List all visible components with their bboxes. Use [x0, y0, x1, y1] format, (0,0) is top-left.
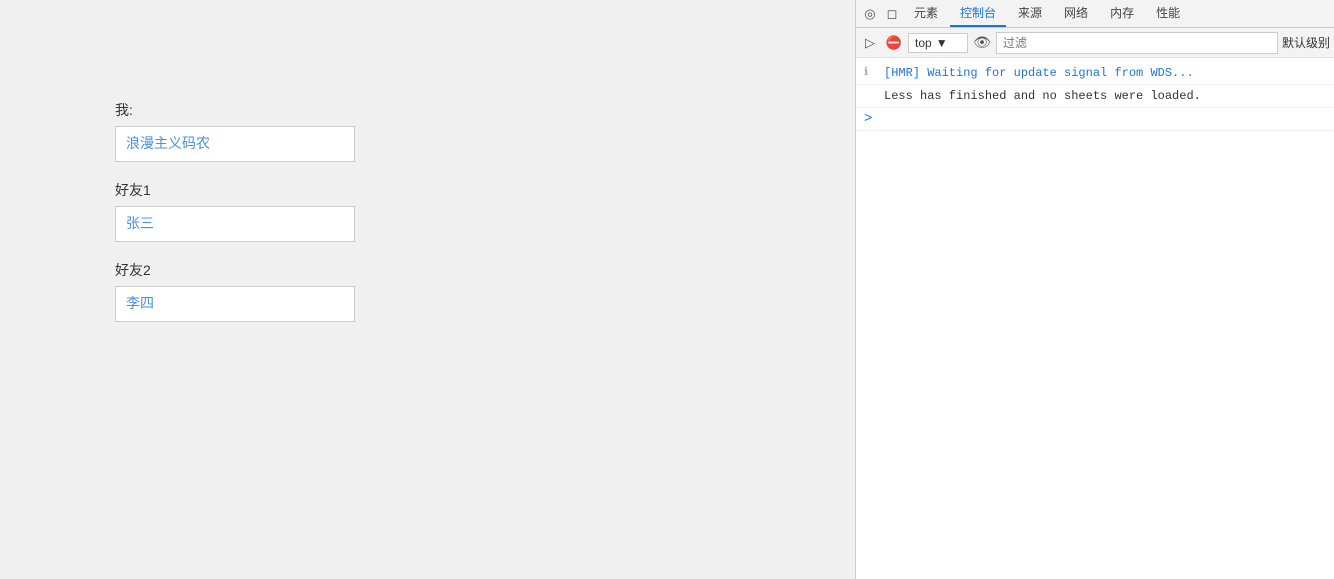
tab-network[interactable]: 网络: [1054, 0, 1098, 27]
friend1-field-group: 好友1 张三: [115, 180, 855, 242]
clear-console-icon[interactable]: ▷: [860, 33, 880, 53]
info-text: Less has finished and no sheets were loa…: [884, 87, 1201, 105]
friend2-field-group: 好友2 李四: [115, 260, 855, 322]
friend1-input[interactable]: 张三: [115, 206, 355, 242]
tab-memory[interactable]: 内存: [1100, 0, 1144, 27]
me-field-group: 我: 浪漫主义码农: [115, 100, 855, 162]
filter-input[interactable]: [996, 32, 1278, 54]
device-icon[interactable]: ◻: [882, 4, 902, 24]
devtools-tabs: ◎ ◻ 元素 控制台 来源 网络 内存 性能: [856, 0, 1334, 28]
me-label: 我:: [115, 100, 855, 120]
tab-console[interactable]: 控制台: [950, 0, 1006, 27]
eye-icon[interactable]: 👁: [972, 33, 992, 53]
tab-elements[interactable]: 元素: [904, 0, 948, 27]
log-level-selector[interactable]: 默认级别: [1282, 34, 1330, 51]
app-panel: 我: 浪漫主义码农 好友1 张三 好友2 李四: [0, 0, 855, 579]
tab-performance[interactable]: 性能: [1146, 0, 1190, 27]
block-icon[interactable]: ⛔: [884, 33, 904, 53]
devtools-panel: ◎ ◻ 元素 控制台 来源 网络 内存 性能 ▷ ⛔ top ▼ 👁 默认级别 …: [855, 0, 1334, 579]
prompt-text: >: [864, 110, 872, 128]
friend2-input[interactable]: 李四: [115, 286, 355, 322]
hmr-text: [HMR] Waiting for update signal from WDS…: [884, 64, 1194, 82]
info-icon: ℹ: [864, 64, 880, 82]
friend1-label: 好友1: [115, 180, 855, 200]
console-line-prompt[interactable]: >: [856, 108, 1334, 131]
friend2-label: 好友2: [115, 260, 855, 280]
inspect-icon[interactable]: ◎: [860, 4, 880, 24]
console-line-hmr: ℹ [HMR] Waiting for update signal from W…: [856, 62, 1334, 85]
tab-sources[interactable]: 来源: [1008, 0, 1052, 27]
console-output: ℹ [HMR] Waiting for update signal from W…: [856, 58, 1334, 579]
context-selector[interactable]: top ▼: [908, 33, 968, 53]
context-label: top: [915, 36, 932, 50]
console-toolbar: ▷ ⛔ top ▼ 👁 默认级别: [856, 28, 1334, 58]
me-input[interactable]: 浪漫主义码农: [115, 126, 355, 162]
console-line-info: Less has finished and no sheets were loa…: [856, 85, 1334, 108]
chevron-down-icon: ▼: [936, 36, 948, 50]
